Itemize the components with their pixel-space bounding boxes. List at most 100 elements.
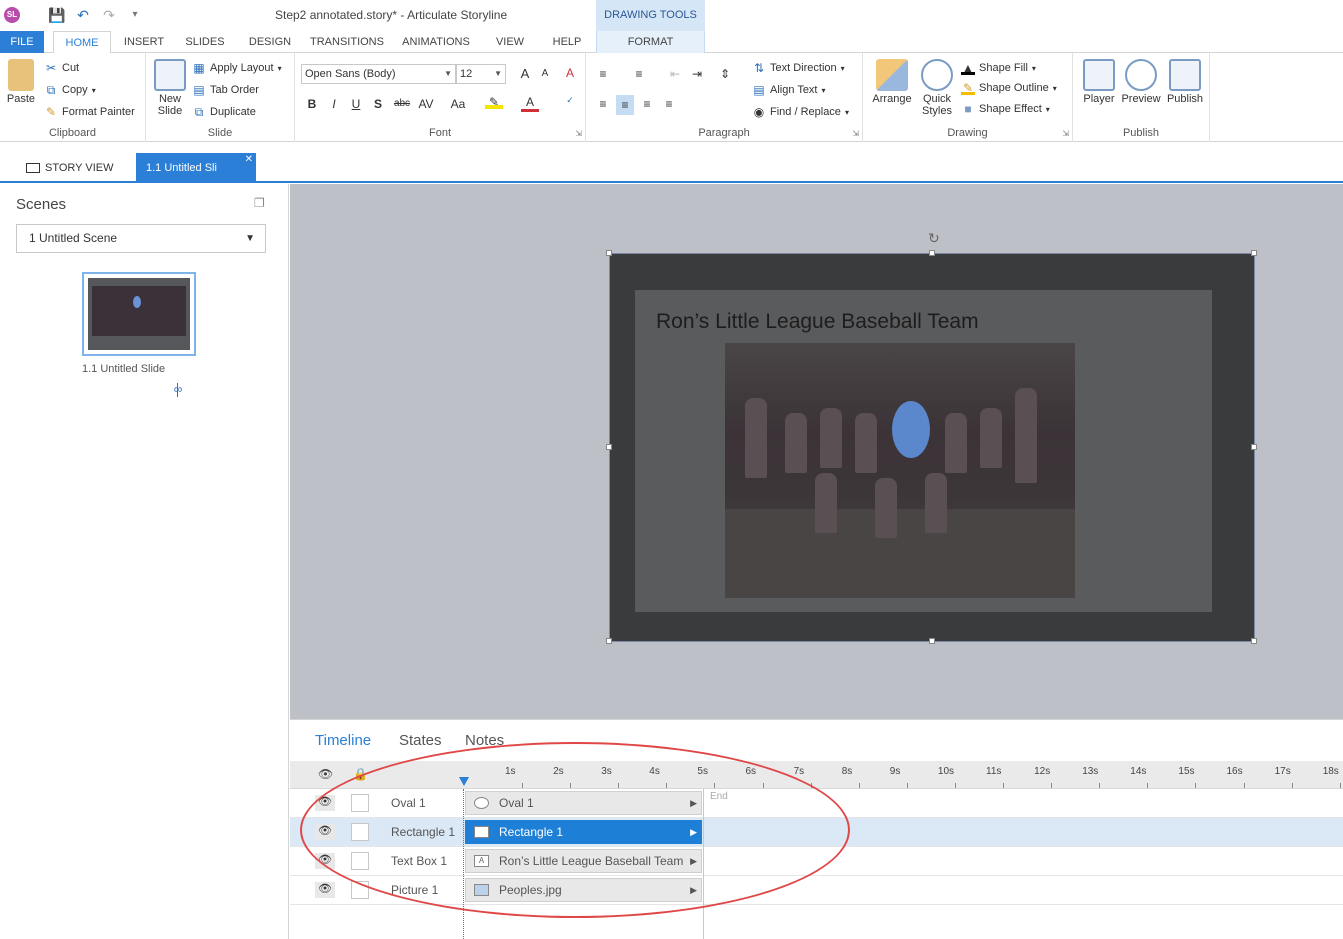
slide-title[interactable]: Ron’s Little League Baseball Team: [656, 310, 979, 334]
bold-button[interactable]: B: [303, 97, 321, 111]
lock-checkbox[interactable]: [351, 852, 369, 870]
align-center-button[interactable]: ≡: [616, 95, 634, 115]
save-icon[interactable]: 💾: [48, 6, 66, 24]
shape-effect-button[interactable]: ■ Shape Effect ▾: [961, 102, 1049, 116]
tab-file[interactable]: FILE: [0, 31, 44, 53]
end-marker-line[interactable]: [703, 789, 704, 939]
timeline-bar[interactable]: Peoples.jpg ▶: [465, 878, 702, 902]
clear-format-button[interactable]: A: [561, 66, 579, 80]
align-left-button[interactable]: ≡: [594, 97, 612, 111]
tab-view[interactable]: VIEW: [490, 31, 530, 53]
italic-button[interactable]: I: [325, 97, 343, 111]
format-painter-button[interactable]: ✎ Format Painter: [44, 105, 135, 119]
tab-format[interactable]: FORMAT: [596, 31, 705, 53]
tab-states[interactable]: States: [399, 732, 442, 749]
eye-icon[interactable]: 👁: [315, 853, 335, 869]
playhead-icon[interactable]: [459, 777, 469, 786]
eye-icon[interactable]: 👁: [318, 767, 333, 781]
tab-notes[interactable]: Notes: [465, 732, 504, 749]
decrease-indent-button[interactable]: ⇤: [666, 67, 684, 81]
change-case-button[interactable]: Aa: [447, 97, 469, 111]
rotate-handle-icon[interactable]: ↻: [928, 230, 940, 247]
link-icon[interactable]: ∞: [170, 382, 186, 396]
lock-icon[interactable]: 🔒: [353, 767, 368, 781]
line-spacing-button[interactable]: ⇕: [716, 67, 734, 81]
font-size-select[interactable]: 12 ▼: [456, 64, 506, 84]
timeline-row[interactable]: 👁 Oval 1 Oval 1 ▶: [290, 789, 1343, 818]
resize-handle[interactable]: [1251, 250, 1257, 256]
player-button[interactable]: Player: [1079, 59, 1119, 105]
chevron-right-icon[interactable]: ▶: [690, 850, 697, 872]
arrange-button[interactable]: Arrange: [869, 59, 915, 105]
timeline-bar[interactable]: A Ron’s Little League Baseball Team ▶: [465, 849, 702, 873]
increase-indent-button[interactable]: ⇥: [688, 67, 706, 81]
spelling-button[interactable]: ✓: [561, 95, 579, 106]
chevron-right-icon[interactable]: ▶: [690, 821, 697, 843]
slide-thumbnail[interactable]: [82, 272, 196, 356]
tab-timeline[interactable]: Timeline: [315, 732, 371, 749]
eye-icon[interactable]: 👁: [315, 824, 335, 840]
tab-home[interactable]: HOME: [53, 31, 111, 54]
undo-icon[interactable]: ↶: [74, 6, 92, 24]
chevron-right-icon[interactable]: ▶: [690, 792, 697, 814]
underline-button[interactable]: U: [347, 97, 365, 111]
copy-button[interactable]: ⧉ Copy ▾: [44, 83, 96, 97]
resize-handle[interactable]: [1251, 444, 1257, 450]
resize-handle[interactable]: [606, 638, 612, 644]
lock-checkbox[interactable]: [351, 881, 369, 899]
eye-icon[interactable]: 👁: [315, 882, 335, 898]
shadow-button[interactable]: S: [369, 97, 387, 111]
highlight-color-button[interactable]: ✎: [485, 95, 503, 109]
story-view-tab[interactable]: STORY VIEW: [26, 153, 113, 183]
tab-help[interactable]: HELP: [547, 31, 587, 53]
quick-styles-button[interactable]: Quick Styles: [917, 59, 957, 117]
close-icon[interactable]: ✕: [245, 145, 253, 175]
preview-button[interactable]: Preview: [1119, 59, 1163, 105]
new-slide-button[interactable]: New Slide: [150, 59, 190, 117]
tab-slides[interactable]: SLIDES: [180, 31, 230, 53]
lock-checkbox[interactable]: [351, 794, 369, 812]
shrink-font-button[interactable]: A: [536, 68, 554, 79]
find-replace-button[interactable]: ◉ Find / Replace ▾: [752, 105, 849, 119]
font-family-select[interactable]: Open Sans (Body) ▼: [301, 64, 456, 84]
resize-handle[interactable]: [606, 444, 612, 450]
resize-handle[interactable]: [1251, 638, 1257, 644]
grow-font-button[interactable]: A: [516, 66, 534, 81]
timeline-bar[interactable]: Oval 1 ▶: [465, 791, 702, 815]
numbering-button[interactable]: ≡: [630, 67, 648, 81]
tab-insert[interactable]: INSERT: [118, 31, 170, 53]
chevron-right-icon[interactable]: ▶: [690, 879, 697, 901]
cut-button[interactable]: ✂ Cut: [44, 61, 79, 75]
lock-checkbox[interactable]: [351, 823, 369, 841]
justify-button[interactable]: ≡: [660, 97, 678, 111]
slide[interactable]: Ron’s Little League Baseball Team ↻: [606, 230, 1257, 644]
resize-handle[interactable]: [929, 638, 935, 644]
timeline-ruler[interactable]: 👁 🔒 1s 2s 3s 4s 5s 6s 7s 8s 9s 10s 11s 12s 13s 14s 15s…: [290, 761, 1343, 789]
duplicate-button[interactable]: ⧉ Duplicate: [192, 105, 256, 119]
oval-1[interactable]: [892, 401, 930, 458]
paste-button[interactable]: Paste: [4, 59, 38, 105]
tab-design[interactable]: DESIGN: [243, 31, 297, 53]
slide-view-tab[interactable]: 1.1 Untitled Sli ✕: [136, 153, 256, 183]
character-spacing-button[interactable]: AV: [415, 97, 437, 111]
text-direction-button[interactable]: ⇅ Text Direction ▾: [752, 61, 845, 75]
align-right-button[interactable]: ≡: [638, 97, 656, 111]
shape-fill-button[interactable]: ▲ Shape Fill ▾: [961, 61, 1036, 75]
font-color-button[interactable]: A: [521, 95, 539, 112]
redo-icon[interactable]: ↷: [100, 6, 118, 24]
timeline-row[interactable]: 👁 Picture 1 Peoples.jpg ▶: [290, 876, 1343, 905]
apply-layout-button[interactable]: ▦ Apply Layout ▾: [192, 61, 281, 75]
resize-handle[interactable]: [606, 250, 612, 256]
resize-handle[interactable]: [929, 250, 935, 256]
shape-outline-button[interactable]: ✎ Shape Outline ▾: [961, 81, 1057, 95]
bullets-button[interactable]: ≡: [594, 67, 612, 81]
timeline-row[interactable]: 👁 Rectangle 1 Rectangle 1 ▶: [290, 818, 1343, 847]
timeline-row[interactable]: 👁 Text Box 1 A Ron’s Little League Baseb…: [290, 847, 1343, 876]
strikethrough-button[interactable]: abc: [391, 98, 413, 109]
tab-animations[interactable]: ANIMATIONS: [398, 31, 474, 53]
tab-order-button[interactable]: ▤ Tab Order: [192, 83, 259, 97]
timeline-bar[interactable]: Rectangle 1 ▶: [465, 820, 702, 844]
customize-icon[interactable]: ▾: [126, 6, 144, 24]
rectangle-1[interactable]: Ron’s Little League Baseball Team: [635, 290, 1212, 612]
eye-icon[interactable]: 👁: [315, 795, 335, 811]
